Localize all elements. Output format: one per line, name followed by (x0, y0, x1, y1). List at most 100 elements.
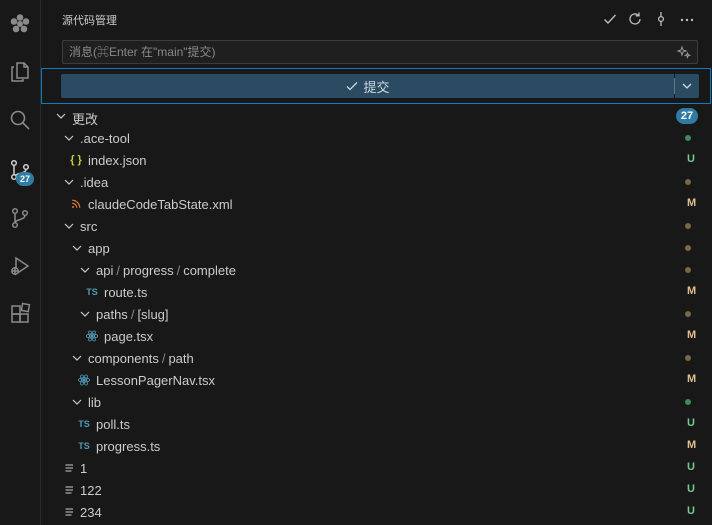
git-branch-icon[interactable] (0, 198, 40, 238)
status-modified: M (687, 439, 697, 451)
react-file-icon (76, 372, 92, 388)
chevron-down-icon[interactable] (62, 219, 76, 233)
run-debug-icon[interactable] (0, 246, 40, 286)
check-icon[interactable] (601, 10, 619, 28)
commit-dropdown-button[interactable] (675, 74, 699, 98)
text-file-icon (62, 504, 78, 520)
status-modified: M (687, 197, 697, 209)
changes-group-label: 更改 (72, 112, 99, 127)
folder-row[interactable]: .ace-tool (41, 127, 712, 149)
chevron-down-icon[interactable] (70, 351, 84, 365)
commit-message-box (62, 40, 698, 64)
panel-header: 源代码管理 (41, 0, 712, 38)
changes-count-badge: 27 (676, 108, 698, 124)
status-untracked: U (687, 417, 695, 429)
folder-row[interactable]: src (41, 215, 712, 237)
folder-label: .ace-tool (80, 131, 130, 146)
file-row[interactable]: 1U (41, 457, 712, 479)
refresh-icon[interactable] (626, 10, 644, 28)
status-modified: M (687, 329, 697, 341)
file-label: 122 (80, 483, 102, 498)
file-label: 1 (80, 461, 88, 476)
file-row[interactable]: TS route.ts M (41, 281, 712, 303)
file-label: route.ts (104, 285, 148, 300)
file-label: claudeCodeTabState.xml (88, 197, 233, 212)
chevron-down-icon[interactable] (62, 131, 76, 145)
file-label: 234 (80, 505, 102, 520)
chevron-down-icon[interactable] (70, 241, 84, 255)
folder-label: src (80, 219, 98, 234)
app-logo-icon[interactable] (0, 4, 40, 44)
folder-label: api / progress / complete (96, 263, 236, 278)
chevron-down-icon[interactable] (54, 109, 68, 123)
folder-row[interactable]: .idea (41, 171, 712, 193)
folder-row[interactable]: paths / [slug] (41, 303, 712, 325)
folder-label: app (88, 241, 110, 256)
typescript-file-icon: TS (78, 441, 90, 451)
chevron-down-icon[interactable] (78, 307, 92, 321)
folder-label: paths / [slug] (96, 307, 169, 322)
file-row[interactable]: { } index.json U (41, 149, 712, 171)
explorer-icon[interactable] (0, 52, 40, 92)
path-separator: / (130, 307, 135, 322)
extensions-icon[interactable] (0, 294, 40, 334)
file-label: index.json (88, 153, 147, 168)
file-row[interactable]: 234 U (41, 501, 712, 523)
json-file-icon: { } (70, 154, 82, 166)
file-label: poll.ts (96, 417, 130, 432)
search-icon[interactable] (0, 100, 40, 140)
folder-label: lib (88, 395, 102, 410)
folder-row[interactable]: lib (41, 391, 712, 413)
status-untracked: U (687, 483, 695, 495)
source-control-badge: 27 (16, 172, 34, 186)
path-segment: path (168, 351, 194, 366)
sparkle-icon[interactable] (677, 45, 691, 59)
check-icon (347, 82, 358, 91)
more-icon[interactable] (678, 10, 696, 28)
folder-status-dot (685, 355, 691, 361)
file-row[interactable]: TS progress.ts M (41, 435, 712, 457)
file-row[interactable]: 122 U (41, 479, 712, 501)
path-segment: [slug] (137, 307, 169, 322)
commit-message-input[interactable] (69, 44, 659, 60)
file-row[interactable]: claudeCodeTabState.xml M (41, 193, 712, 215)
status-untracked: U (687, 505, 695, 517)
source-control-icon[interactable]: 27 (0, 150, 40, 190)
folder-status-dot (685, 267, 691, 273)
file-row[interactable]: LessonPagerNav.tsx M (41, 369, 712, 391)
path-separator: / (176, 263, 181, 278)
chevron-down-icon[interactable] (62, 175, 76, 189)
commit-button[interactable]: 提交 (61, 74, 674, 98)
typescript-file-icon: TS (78, 419, 90, 429)
status-untracked: U (687, 461, 695, 473)
file-label: progress.ts (96, 439, 161, 454)
text-file-icon (62, 460, 78, 476)
typescript-file-icon: TS (86, 287, 98, 297)
folder-row[interactable]: components / path (41, 347, 712, 369)
path-separator: / (161, 351, 166, 366)
changes-group-header[interactable]: 更改 27 (41, 105, 712, 127)
folder-row[interactable]: app (41, 237, 712, 259)
folder-row[interactable]: api / progress / complete (41, 259, 712, 281)
path-segment: progress (122, 263, 174, 278)
folder-label: components / path (88, 351, 194, 366)
chevron-down-icon (682, 83, 692, 89)
folder-status-dot (685, 179, 691, 185)
path-segment: api (96, 263, 114, 278)
text-file-icon (62, 482, 78, 498)
path-separator: / (116, 263, 120, 278)
commit-graph-icon[interactable] (652, 10, 670, 28)
commit-button-focus-frame: 提交 (41, 68, 711, 104)
file-row[interactable]: TS poll.ts U (41, 413, 712, 435)
folder-label: .idea (80, 175, 109, 190)
activity-bar: 27 (0, 0, 41, 525)
chevron-down-icon[interactable] (70, 395, 84, 409)
commit-button-label: 提交 (363, 79, 390, 95)
source-control-panel: 源代码管理 提交 更改 27 .ace-tool { } (41, 0, 712, 525)
chevron-down-icon[interactable] (78, 263, 92, 277)
status-modified: M (687, 285, 697, 297)
path-segment: paths (96, 307, 128, 322)
file-row[interactable]: page.tsx M (41, 325, 712, 347)
path-segment: complete (183, 263, 236, 278)
folder-status-dot (685, 399, 691, 405)
